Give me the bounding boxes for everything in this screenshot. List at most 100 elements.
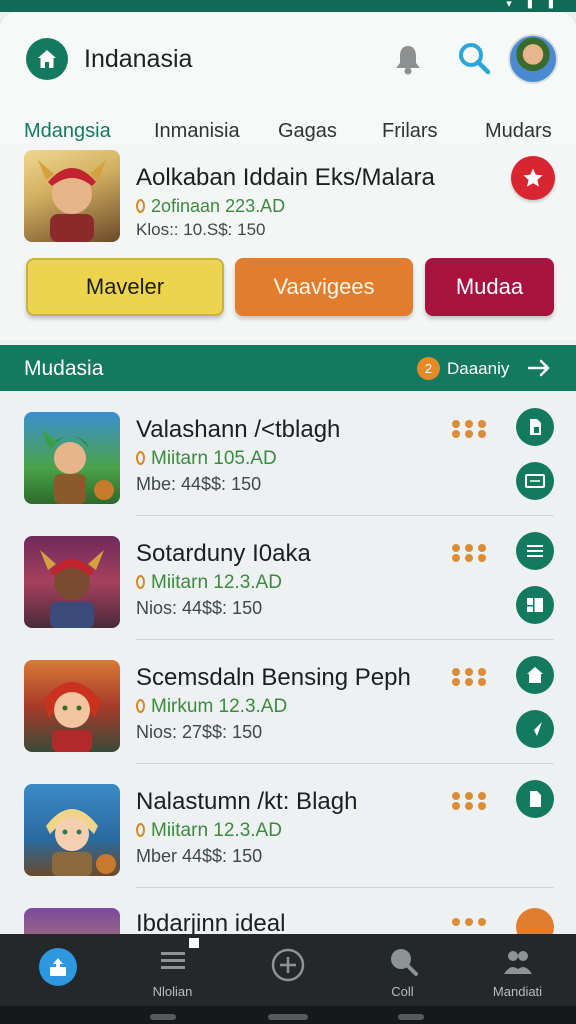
list-item[interactable]: Ibdarjinn ideal: [0, 888, 576, 934]
list-item[interactable]: Nalastumn /kt: Blagh Miitarn 12.3.AD Mbe…: [0, 764, 576, 888]
coin-icon: [136, 699, 145, 713]
list-icon: [161, 952, 185, 969]
app-header: Indanasia Mdangsia Inmanisia Gagas Frila…: [0, 12, 576, 156]
maveler-button[interactable]: Maveler: [26, 258, 224, 316]
item-thumbnail: [24, 536, 120, 628]
coin-icon: [136, 199, 145, 213]
status-bar: ▾ ▮ ▮: [0, 0, 576, 12]
list-item[interactable]: Valashann /<tblagh Miitarn 105.AD Mbe: 4…: [0, 392, 576, 516]
featured-card: Aolkaban Iddain Eks/Malara 2ofinaan 223.…: [0, 144, 576, 340]
item-subtitle: Miitarn 12.3.AD: [136, 572, 282, 594]
search-icon[interactable]: [456, 40, 492, 76]
featured-title: Aolkaban Iddain Eks/Malara: [136, 164, 435, 191]
featured-thumbnail[interactable]: [24, 150, 120, 242]
featured-meta: Klos:: 10.S$: 150: [136, 220, 266, 239]
home-icon: [38, 50, 56, 68]
item-title: Valashann /<tblagh: [136, 416, 341, 443]
item-meta: Mbe: 44$$: 150: [136, 474, 262, 494]
document-button[interactable]: [516, 408, 554, 446]
section-title: Mudasia: [24, 357, 104, 380]
item-meta: Nios: 27$$: 150: [136, 722, 263, 742]
bell-icon[interactable]: [392, 42, 424, 76]
search-icon: [391, 949, 418, 976]
people-icon: [504, 951, 532, 974]
item-thumbnail: [24, 784, 120, 876]
map-icon: [527, 598, 543, 612]
featured-subtitle: 2ofinaan 223.AD: [136, 196, 285, 217]
character-art: [44, 682, 100, 752]
map-button[interactable]: [516, 586, 554, 624]
home-icon: [527, 667, 543, 683]
system-nav-bar: [0, 1006, 576, 1024]
list-button[interactable]: [516, 532, 554, 570]
more-options-icon[interactable]: [452, 668, 486, 686]
recents-indicator[interactable]: [398, 1014, 424, 1020]
coin-icon: [136, 451, 145, 465]
item-subtitle: Mirkum 12.3.AD: [136, 696, 287, 718]
item-meta: Mber 44$$: 150: [136, 846, 263, 866]
bottom-navigation: Nlolian Coll Mandiati: [0, 934, 576, 1006]
document-icon: [530, 419, 541, 435]
coin-icon: [136, 575, 145, 589]
section-header: Mudasia 2 Daaaniy: [0, 345, 576, 391]
card-icon: [525, 474, 545, 488]
item-title: Ibdarjinn ideal: [136, 910, 286, 934]
send-button[interactable]: [516, 710, 554, 748]
document-button[interactable]: [516, 780, 554, 818]
character-art: [42, 430, 114, 504]
home-indicator[interactable]: [268, 1014, 308, 1020]
nav-label: Mandiati: [492, 984, 543, 999]
item-thumbnail: [24, 660, 120, 752]
coin-icon: [136, 823, 145, 837]
item-thumbnail: [24, 908, 120, 934]
more-options-icon[interactable]: [452, 918, 486, 932]
tab-gagas[interactable]: Gagas: [278, 120, 337, 143]
plus-circle-icon: [271, 948, 305, 982]
tab-mudars[interactable]: Mudars: [485, 120, 552, 143]
tab-mdangsia[interactable]: Mdangsia: [24, 120, 111, 143]
arrow-right-icon[interactable]: [526, 355, 552, 381]
avatar[interactable]: [508, 34, 558, 84]
vaavigees-button[interactable]: Vaavigees: [235, 258, 413, 316]
home-button[interactable]: [26, 38, 68, 80]
tab-inmanisia[interactable]: Inmanisia: [154, 120, 240, 143]
item-subtitle: Miitarn 105.AD: [136, 448, 277, 470]
nav-share[interactable]: [0, 934, 115, 1006]
list-item[interactable]: Sotarduny I0aka Miitarn 12.3.AD Nios: 44…: [0, 516, 576, 640]
tab-frilars[interactable]: Frilars: [382, 120, 438, 143]
send-icon: [528, 722, 542, 736]
character-art: [46, 809, 116, 876]
nav-label: Nlolian: [152, 984, 193, 999]
nav-label: Coll: [391, 984, 414, 999]
more-options-icon[interactable]: [452, 420, 486, 438]
share-icon: [50, 958, 66, 976]
nav-add[interactable]: [230, 934, 345, 1006]
nav-nlolian[interactable]: Nlolian: [115, 934, 230, 1006]
section-link[interactable]: Daaaniy: [447, 359, 509, 379]
star-icon: [523, 168, 543, 187]
list-icon: [527, 545, 543, 557]
badge-button[interactable]: [516, 908, 554, 934]
character-art: [38, 160, 106, 242]
card-button[interactable]: [516, 462, 554, 500]
item-title: Sotarduny I0aka: [136, 540, 311, 567]
notification-square: [187, 936, 201, 950]
status-icons: ▾ ▮ ▮: [506, 0, 560, 10]
app-title: Indanasia: [84, 45, 193, 73]
home-button[interactable]: [516, 656, 554, 694]
item-title: Scemsdaln Bensing Peph: [136, 664, 411, 691]
list-item[interactable]: Scemsdaln Bensing Peph Mirkum 12.3.AD Ni…: [0, 640, 576, 764]
back-indicator[interactable]: [150, 1014, 176, 1020]
more-options-icon[interactable]: [452, 544, 486, 562]
character-art: [40, 550, 104, 628]
section-badge: 2: [417, 357, 440, 380]
nav-coll[interactable]: Coll: [345, 934, 460, 1006]
more-options-icon[interactable]: [452, 792, 486, 810]
document-icon: [530, 791, 541, 807]
mudaa-button[interactable]: Mudaa: [425, 258, 554, 316]
favorite-button[interactable]: [511, 156, 555, 200]
item-subtitle: Miitarn 12.3.AD: [136, 820, 282, 842]
nav-mandiati[interactable]: Mandiati: [460, 934, 575, 1006]
item-thumbnail: [24, 412, 120, 504]
item-meta: Nios: 44$$: 150: [136, 598, 263, 618]
